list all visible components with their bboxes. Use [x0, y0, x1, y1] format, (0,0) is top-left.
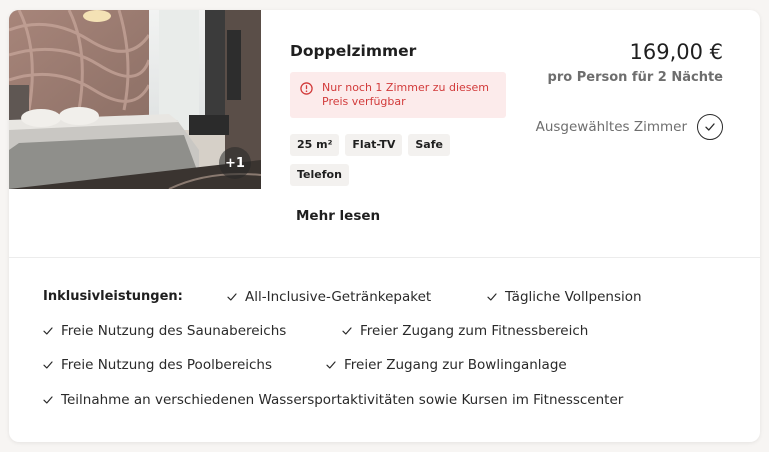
inclusion-label: Freie Nutzung des Saunabereichs [61, 323, 287, 339]
inclusion-item: Tägliche Vollpension [487, 289, 642, 305]
amenity-tag: 25 m² [290, 134, 340, 156]
checkmark-icon [43, 396, 53, 404]
inclusions-heading: Inklusivleistungen: [43, 289, 183, 304]
checkmark-icon [342, 327, 352, 335]
inclusion-item: All-Inclusive-Getränkepaket [227, 289, 431, 305]
checkmark-icon [43, 327, 53, 335]
inclusion-item: Freier Zugang zur Bowlinganlage [326, 357, 567, 373]
price: 169,00 € [629, 40, 723, 64]
checkmark-icon [227, 293, 237, 301]
inclusion-label: Teilnahme an verschiedenen Wassersportak… [61, 392, 624, 408]
availability-alert-text: Nur noch 1 Zimmer zu diesem Preis verfüg… [322, 81, 490, 108]
inclusion-item: Freie Nutzung des Saunabereichs [43, 323, 286, 339]
selected-room-label: Ausgewähltes Zimmer [535, 119, 687, 135]
amenity-tag: Flat-TV [345, 134, 403, 156]
inclusion-label: All-Inclusive-Getränkepaket [245, 289, 432, 305]
availability-alert: Nur noch 1 Zimmer zu diesem Preis verfüg… [290, 72, 506, 118]
inclusion-label: Freier Zugang zur Bowlinganlage [344, 357, 567, 373]
inclusion-item: Freier Zugang zum Fitnessbereich [342, 323, 588, 339]
room-title: Doppelzimmer [290, 42, 417, 60]
photo-count-badge[interactable]: +1 [219, 147, 251, 179]
check-circle-icon[interactable] [697, 114, 723, 140]
alert-circle-icon [300, 82, 313, 95]
amenity-tags: 25 m² Flat-TV Safe Telefon [290, 134, 510, 186]
inclusion-label: Freie Nutzung des Poolbereichs [61, 357, 273, 373]
section-divider [9, 257, 760, 258]
amenity-tag: Safe [408, 134, 450, 156]
checkmark-icon [326, 361, 336, 369]
inclusion-item: Freie Nutzung des Poolbereichs [43, 357, 272, 373]
checkmark-icon [705, 123, 715, 131]
checkmark-icon [487, 293, 497, 301]
amenity-tag: Telefon [290, 164, 349, 186]
inclusion-label: Tägliche Vollpension [505, 289, 642, 305]
price-note: pro Person für 2 Nächte [547, 70, 723, 85]
inclusion-label: Freier Zugang zum Fitnessbereich [360, 323, 589, 339]
read-more-link[interactable]: Mehr lesen [296, 208, 380, 224]
inclusion-item: Teilnahme an verschiedenen Wassersportak… [43, 392, 623, 408]
room-card: +1 Doppelzimmer Nur noch 1 Zimmer zu die… [9, 10, 760, 442]
checkmark-icon [43, 361, 53, 369]
room-photo[interactable]: +1 [9, 10, 261, 189]
selected-room-toggle[interactable]: Ausgewähltes Zimmer [536, 114, 723, 140]
